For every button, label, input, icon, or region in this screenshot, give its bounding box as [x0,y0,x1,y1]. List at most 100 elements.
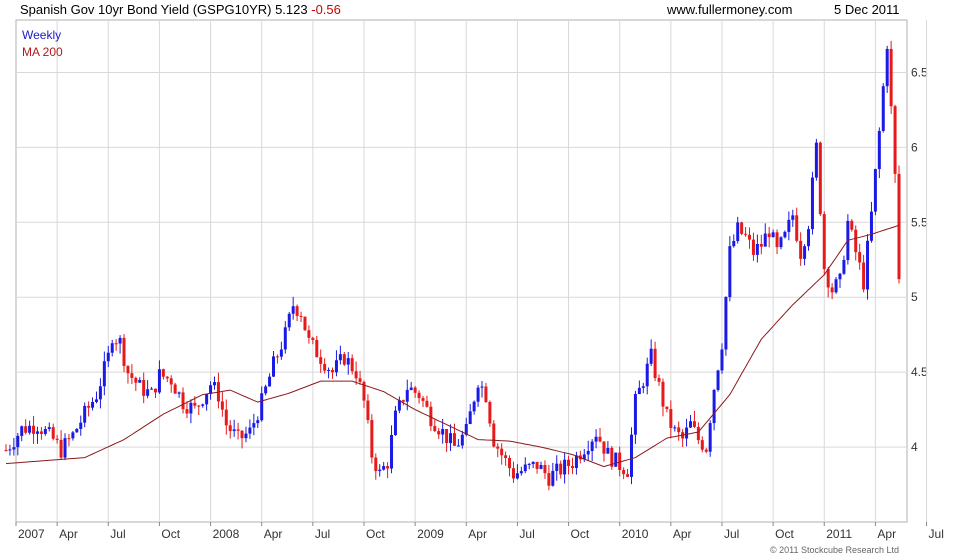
bar-body [272,356,276,377]
bar-body [842,260,846,274]
bar-body [338,354,342,361]
weekly-bar [885,45,889,93]
bar-body [126,366,130,374]
weekly-bar [834,276,838,294]
bar-body [114,343,118,345]
bar-body [409,387,413,390]
bar-body [433,426,437,432]
bar-body [150,388,154,390]
bar-body [744,233,748,235]
x-tick-label: Jul [724,527,739,541]
bar-body [594,436,598,442]
bar-body [405,389,409,402]
bar-body [838,273,842,280]
bar-body [873,169,877,212]
weekly-bar [889,40,893,114]
bar-body [751,239,755,255]
x-tick-label: 2010 [622,527,649,541]
bar-body [91,402,95,408]
x-tick-label: 2008 [213,527,240,541]
weekly-bar [724,296,728,356]
bar-body [452,433,456,446]
bar-body [708,423,712,452]
bar-body [12,447,16,450]
bar-body [677,427,681,433]
bar-body [264,386,268,394]
bar-body [484,386,488,403]
bar-body [480,386,484,388]
bar-body [87,405,91,408]
bar-body [197,405,201,407]
bar-body [551,470,555,486]
y-tick-label: 4 [911,440,918,454]
bar-body [275,356,279,358]
weekly-bar [814,138,818,181]
bar-body [401,400,405,402]
bar-body [165,376,169,379]
bar-body [374,457,378,472]
bar-body [413,387,417,393]
bar-body [547,473,551,486]
weekly-bar [846,214,850,265]
bar-body [24,426,28,433]
bar-body [673,427,677,429]
bar-body [543,465,547,474]
bar-body [142,380,146,396]
bar-body [787,219,791,232]
y-tick-label: 5.5 [911,215,928,229]
bar-body [511,468,515,479]
bar-body [523,464,527,472]
bar-body [606,447,610,454]
bar-body [370,420,374,458]
bar-body [830,287,834,293]
x-tick-label: 2009 [417,527,444,541]
bar-body [858,252,862,263]
weekly-bar [614,452,618,467]
bar-body [759,243,763,247]
bar-body [814,142,818,178]
bar-body [35,431,39,434]
bar-body [354,371,358,379]
bar-body [382,466,386,470]
bar-body [724,297,728,350]
bar-body [315,339,319,358]
bar-body [32,425,36,434]
bar-body [134,377,138,383]
bar-body [460,434,464,446]
bar-body [732,241,736,247]
bar-body [696,426,700,441]
bar-body [468,411,472,425]
bar-body [63,438,67,458]
bar-body [563,459,567,475]
bar-body [755,243,759,255]
bar-body [590,441,594,452]
bar-body [244,433,248,439]
bar-body [456,445,460,447]
weekly-bar [822,211,826,276]
bar-body [236,429,240,431]
bar-body [393,410,397,436]
bar-body [153,388,157,393]
y-tick-label: 6 [911,140,918,154]
bar-body [16,435,20,448]
x-tick-label: Jul [519,527,534,541]
bar-body [669,409,673,428]
weekly-bar [12,437,16,456]
bar-body [641,386,645,388]
bar-body [39,431,43,434]
bar-body [79,422,83,429]
x-tick-label: Apr [468,527,487,541]
bar-body [98,386,102,400]
bar-body [138,380,142,383]
bar-body [228,425,232,432]
bar-body [220,401,224,410]
bar-body [437,431,441,435]
bar-body [106,352,110,362]
bar-body [665,406,669,410]
bar-body [559,463,563,475]
bar-body [102,361,106,387]
weekly-bar [881,83,885,133]
bar-body [716,370,720,391]
weekly-bar [818,141,822,216]
bar-body [20,426,24,436]
